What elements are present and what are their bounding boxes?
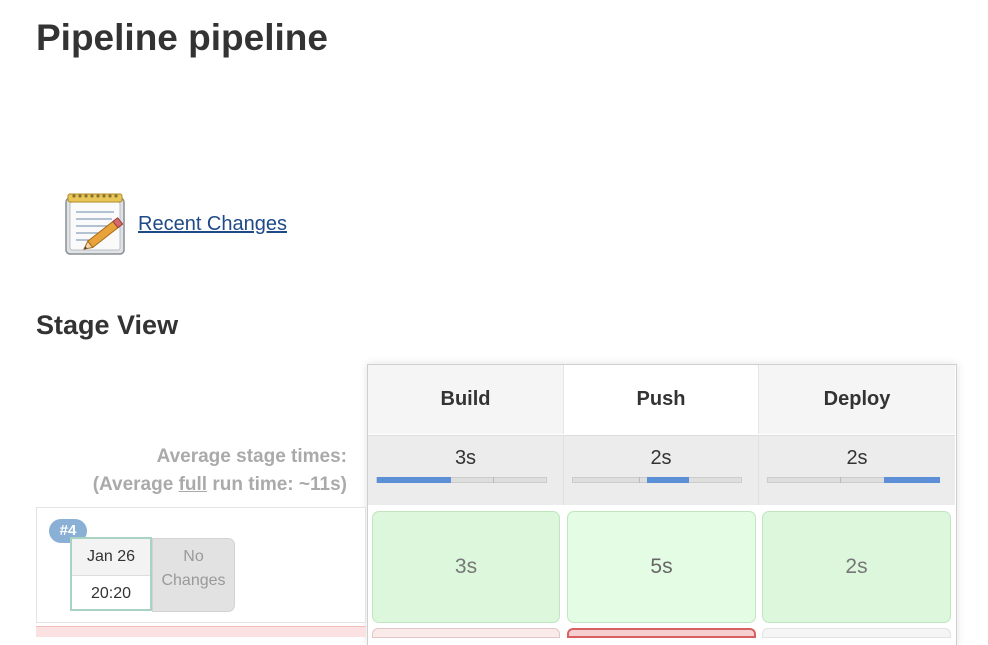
stage-header-push[interactable]: Push: [564, 365, 759, 434]
next-stage-cell-deploy[interactable]: [762, 628, 951, 638]
avg-bar-deploy: [767, 477, 940, 483]
run-date-box[interactable]: Jan 26 20:20: [70, 537, 152, 611]
avg-cell-push: 2s: [564, 435, 759, 505]
stage-cell-deploy[interactable]: 2s: [762, 511, 951, 623]
full-run-link[interactable]: full: [179, 474, 208, 495]
page-title: Pipeline pipeline: [36, 17, 328, 58]
run-changes-box: No Changes: [152, 538, 235, 612]
avg-bar-fill-push: [647, 477, 689, 483]
stage-header-deploy[interactable]: Deploy: [759, 365, 955, 434]
avg-time-push: 2s: [650, 447, 672, 469]
avg-run-prefix: (Average: [92, 474, 179, 495]
avg-time-deploy: 2s: [846, 447, 868, 469]
avg-time-build: 3s: [454, 447, 477, 469]
avg-cell-deploy: 2s: [759, 435, 955, 505]
stage-cell-push[interactable]: 5s: [567, 511, 756, 623]
avg-bar-fill-deploy: [884, 477, 940, 483]
no-changes-line2: Changes: [161, 572, 226, 589]
run-date: Jan 26: [72, 539, 150, 576]
avg-bar-tick: [639, 477, 640, 483]
next-stage-cell-build[interactable]: [372, 628, 560, 638]
no-changes-line1: No: [183, 548, 204, 565]
recent-changes-link[interactable]: Recent Changes: [138, 213, 287, 236]
run-time: 20:20: [90, 585, 132, 602]
notepad-pencil-icon[interactable]: [62, 190, 130, 258]
stage-view-title: Stage View: [36, 310, 179, 340]
avg-bar-tick: [840, 477, 841, 483]
average-run-time-label: (Average full run time: ~11s): [36, 474, 347, 496]
avg-bar-push: [572, 477, 742, 483]
next-stage-cell-push-failed[interactable]: [567, 628, 756, 638]
average-stage-times-label: Average stage times:: [156, 446, 347, 467]
stage-cell-build[interactable]: 3s: [372, 511, 560, 623]
avg-bar-build: [376, 477, 547, 483]
avg-bar-fill-build: [377, 477, 451, 483]
avg-cell-build: 3s: [368, 435, 564, 505]
stage-header-build[interactable]: Build: [368, 365, 564, 434]
avg-run-suffix: run time: ~11s): [207, 474, 347, 495]
avg-bar-tick: [493, 477, 494, 483]
